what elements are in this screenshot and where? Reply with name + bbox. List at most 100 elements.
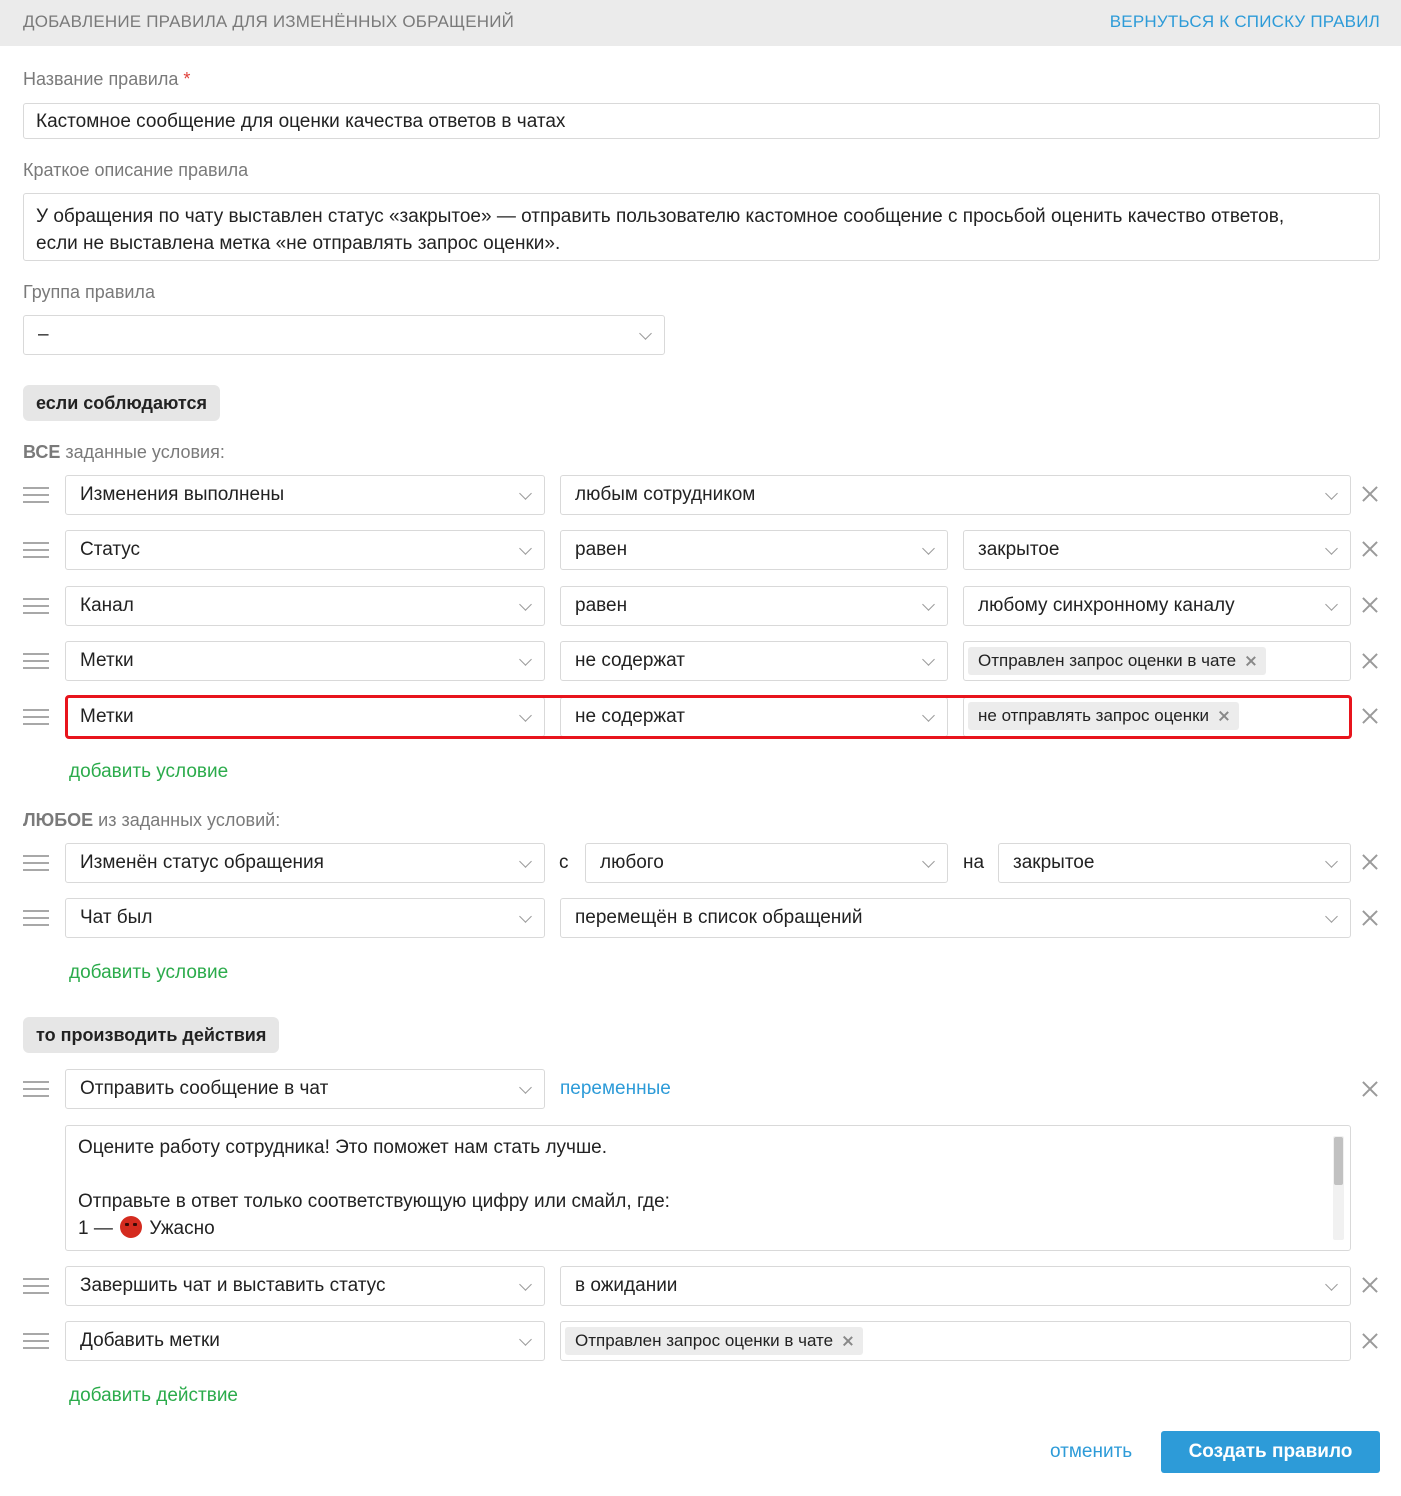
chevron-down-icon	[1325, 542, 1338, 555]
tag-chip: Отправлен запрос оценки в чате	[565, 1327, 864, 1355]
chevron-down-icon	[519, 1333, 532, 1346]
drag-handle-icon[interactable]	[23, 706, 49, 728]
remove-condition-icon[interactable]	[1360, 852, 1380, 872]
condition-tags-input[interactable]: Отправлен запрос оценки в чате	[963, 641, 1351, 681]
drag-handle-icon[interactable]	[23, 595, 49, 617]
remove-condition-icon[interactable]	[1360, 539, 1380, 559]
conditions-section-title: если соблюдаются	[23, 385, 220, 421]
condition-value: любому синхронному каналу	[978, 595, 1235, 616]
chevron-down-icon	[922, 598, 935, 611]
condition-field-value: Канал	[80, 595, 134, 616]
action-tags-input[interactable]: Отправлен запрос оценки в чате	[560, 1321, 1351, 1361]
condition-field-select[interactable]: Изменения выполнены	[65, 475, 545, 515]
condition-operator-select[interactable]: любым сотрудником	[560, 475, 1351, 515]
remove-condition-icon[interactable]	[1360, 908, 1380, 928]
action-type-select[interactable]: Добавить метки	[65, 1321, 545, 1361]
remove-condition-icon[interactable]	[1360, 706, 1380, 726]
drag-handle-icon[interactable]	[23, 1078, 49, 1100]
all-conditions-label-bold: ВСЕ	[23, 442, 61, 462]
remove-condition-icon[interactable]	[1360, 484, 1380, 504]
drag-handle-icon[interactable]	[23, 1275, 49, 1297]
chevron-down-icon	[922, 542, 935, 555]
action-type-select[interactable]: Завершить чат и выставить статус	[65, 1266, 545, 1306]
remove-action-icon[interactable]	[1360, 1275, 1380, 1295]
condition-operator-select[interactable]: не содержат	[560, 697, 948, 737]
remove-action-icon[interactable]	[1360, 1079, 1380, 1099]
page-title: ДОБАВЛЕНИЕ ПРАВИЛА ДЛЯ ИЗМЕНЁННЫХ ОБРАЩЕ…	[23, 12, 515, 31]
back-to-rules-link[interactable]: ВЕРНУТЬСЯ К СПИСКУ ПРАВИЛ	[1110, 12, 1380, 32]
tag-label: Отправлен запрос оценки в чате	[575, 1331, 834, 1350]
status-from-select[interactable]: любого	[585, 843, 948, 883]
action-type-select[interactable]: Отправить сообщение в чат	[65, 1069, 545, 1109]
rule-name-label: Название правила *	[23, 69, 190, 90]
condition-operator-select[interactable]: равен	[560, 586, 948, 626]
condition-field-value: Метки	[80, 650, 134, 671]
variables-link[interactable]: переменные	[560, 1078, 671, 1100]
required-marker: *	[183, 69, 191, 89]
condition-field-select[interactable]: Метки	[65, 641, 545, 681]
all-conditions-label: ВСЕ заданные условия:	[23, 442, 225, 463]
condition-value-select[interactable]: любому синхронному каналу	[963, 586, 1351, 626]
condition-field-value: Метки	[80, 706, 134, 727]
rule-group-label: Группа правила	[23, 282, 155, 302]
condition-operator-select[interactable]: равен	[560, 530, 948, 570]
tag-chip: Отправлен запрос оценки в чате	[968, 647, 1267, 675]
cancel-link[interactable]: отменить	[1050, 1441, 1132, 1463]
page-header: ДОБАВЛЕНИЕ ПРАВИЛА ДЛЯ ИЗМЕНЁННЫХ ОБРАЩЕ…	[0, 0, 1401, 46]
condition-field-select[interactable]: Статус	[65, 530, 545, 570]
remove-tag-icon[interactable]	[842, 1335, 854, 1347]
drag-handle-icon[interactable]	[23, 907, 49, 929]
actions-section-title: то производить действия	[23, 1017, 280, 1053]
message-line: 1 — Ужасно	[78, 1215, 1310, 1242]
condition-operator-value: не содержат	[575, 706, 685, 727]
chevron-down-icon	[519, 598, 532, 611]
message-textarea[interactable]: Оцените работу сотрудника! Это поможет н…	[65, 1125, 1351, 1251]
create-rule-button[interactable]: Создать правило	[1161, 1431, 1380, 1473]
chevron-down-icon	[922, 709, 935, 722]
condition-field-select[interactable]: Изменён статус обращения	[65, 843, 545, 883]
drag-handle-icon[interactable]	[23, 539, 49, 561]
condition-field-select[interactable]: Чат был	[65, 898, 545, 938]
remove-tag-icon[interactable]	[1218, 710, 1230, 722]
scrollbar[interactable]	[1333, 1136, 1344, 1240]
scrollbar-thumb[interactable]	[1334, 1137, 1343, 1185]
action-type-value: Добавить метки	[80, 1330, 220, 1351]
condition-operator-value: равен	[575, 539, 628, 560]
any-conditions-label-rest: из заданных условий:	[93, 810, 281, 830]
chevron-down-icon	[922, 855, 935, 868]
status-to-select[interactable]: закрытое	[998, 843, 1351, 883]
chevron-down-icon	[639, 327, 652, 340]
chevron-down-icon	[519, 653, 532, 666]
condition-operator-select[interactable]: не содержат	[560, 641, 948, 681]
condition-tags-input[interactable]: не отправлять запрос оценки	[963, 697, 1351, 737]
condition-value-select[interactable]: закрытое	[963, 530, 1351, 570]
drag-handle-icon[interactable]	[23, 650, 49, 672]
add-action-link[interactable]: добавить действие	[69, 1385, 238, 1407]
drag-handle-icon[interactable]	[23, 484, 49, 506]
condition-value: закрытое	[978, 539, 1060, 560]
rule-group-select[interactable]: –	[23, 315, 665, 355]
action-value: в ожидании	[575, 1275, 678, 1296]
action-value-select[interactable]: в ожидании	[560, 1266, 1351, 1306]
remove-condition-icon[interactable]	[1360, 651, 1380, 671]
drag-handle-icon[interactable]	[23, 852, 49, 874]
remove-tag-icon[interactable]	[1245, 655, 1257, 667]
rule-description-textarea[interactable]: У обращения по чату выставлен статус «за…	[23, 193, 1380, 261]
remove-condition-icon[interactable]	[1360, 595, 1380, 615]
condition-field-select[interactable]: Метки	[65, 697, 545, 737]
remove-action-icon[interactable]	[1360, 1331, 1380, 1351]
to-label: на	[963, 852, 985, 873]
condition-field-value: Изменения выполнены	[80, 484, 285, 505]
rule-name-input[interactable]: Кастомное сообщение для оценки качества …	[23, 103, 1380, 139]
message-line: Отправьте в ответ только соответствующую…	[78, 1191, 670, 1212]
condition-operator-select[interactable]: перемещён в список обращений	[560, 898, 1351, 938]
from-label: с	[559, 852, 569, 873]
condition-operator-value: не содержат	[575, 650, 685, 671]
condition-field-value: Изменён статус обращения	[80, 852, 324, 873]
add-condition-link[interactable]: добавить условие	[69, 761, 228, 783]
condition-operator-value: перемещён в список обращений	[575, 907, 863, 928]
add-condition-link[interactable]: добавить условие	[69, 962, 228, 984]
condition-field-select[interactable]: Канал	[65, 586, 545, 626]
drag-handle-icon[interactable]	[23, 1330, 49, 1352]
chevron-down-icon	[519, 1081, 532, 1094]
